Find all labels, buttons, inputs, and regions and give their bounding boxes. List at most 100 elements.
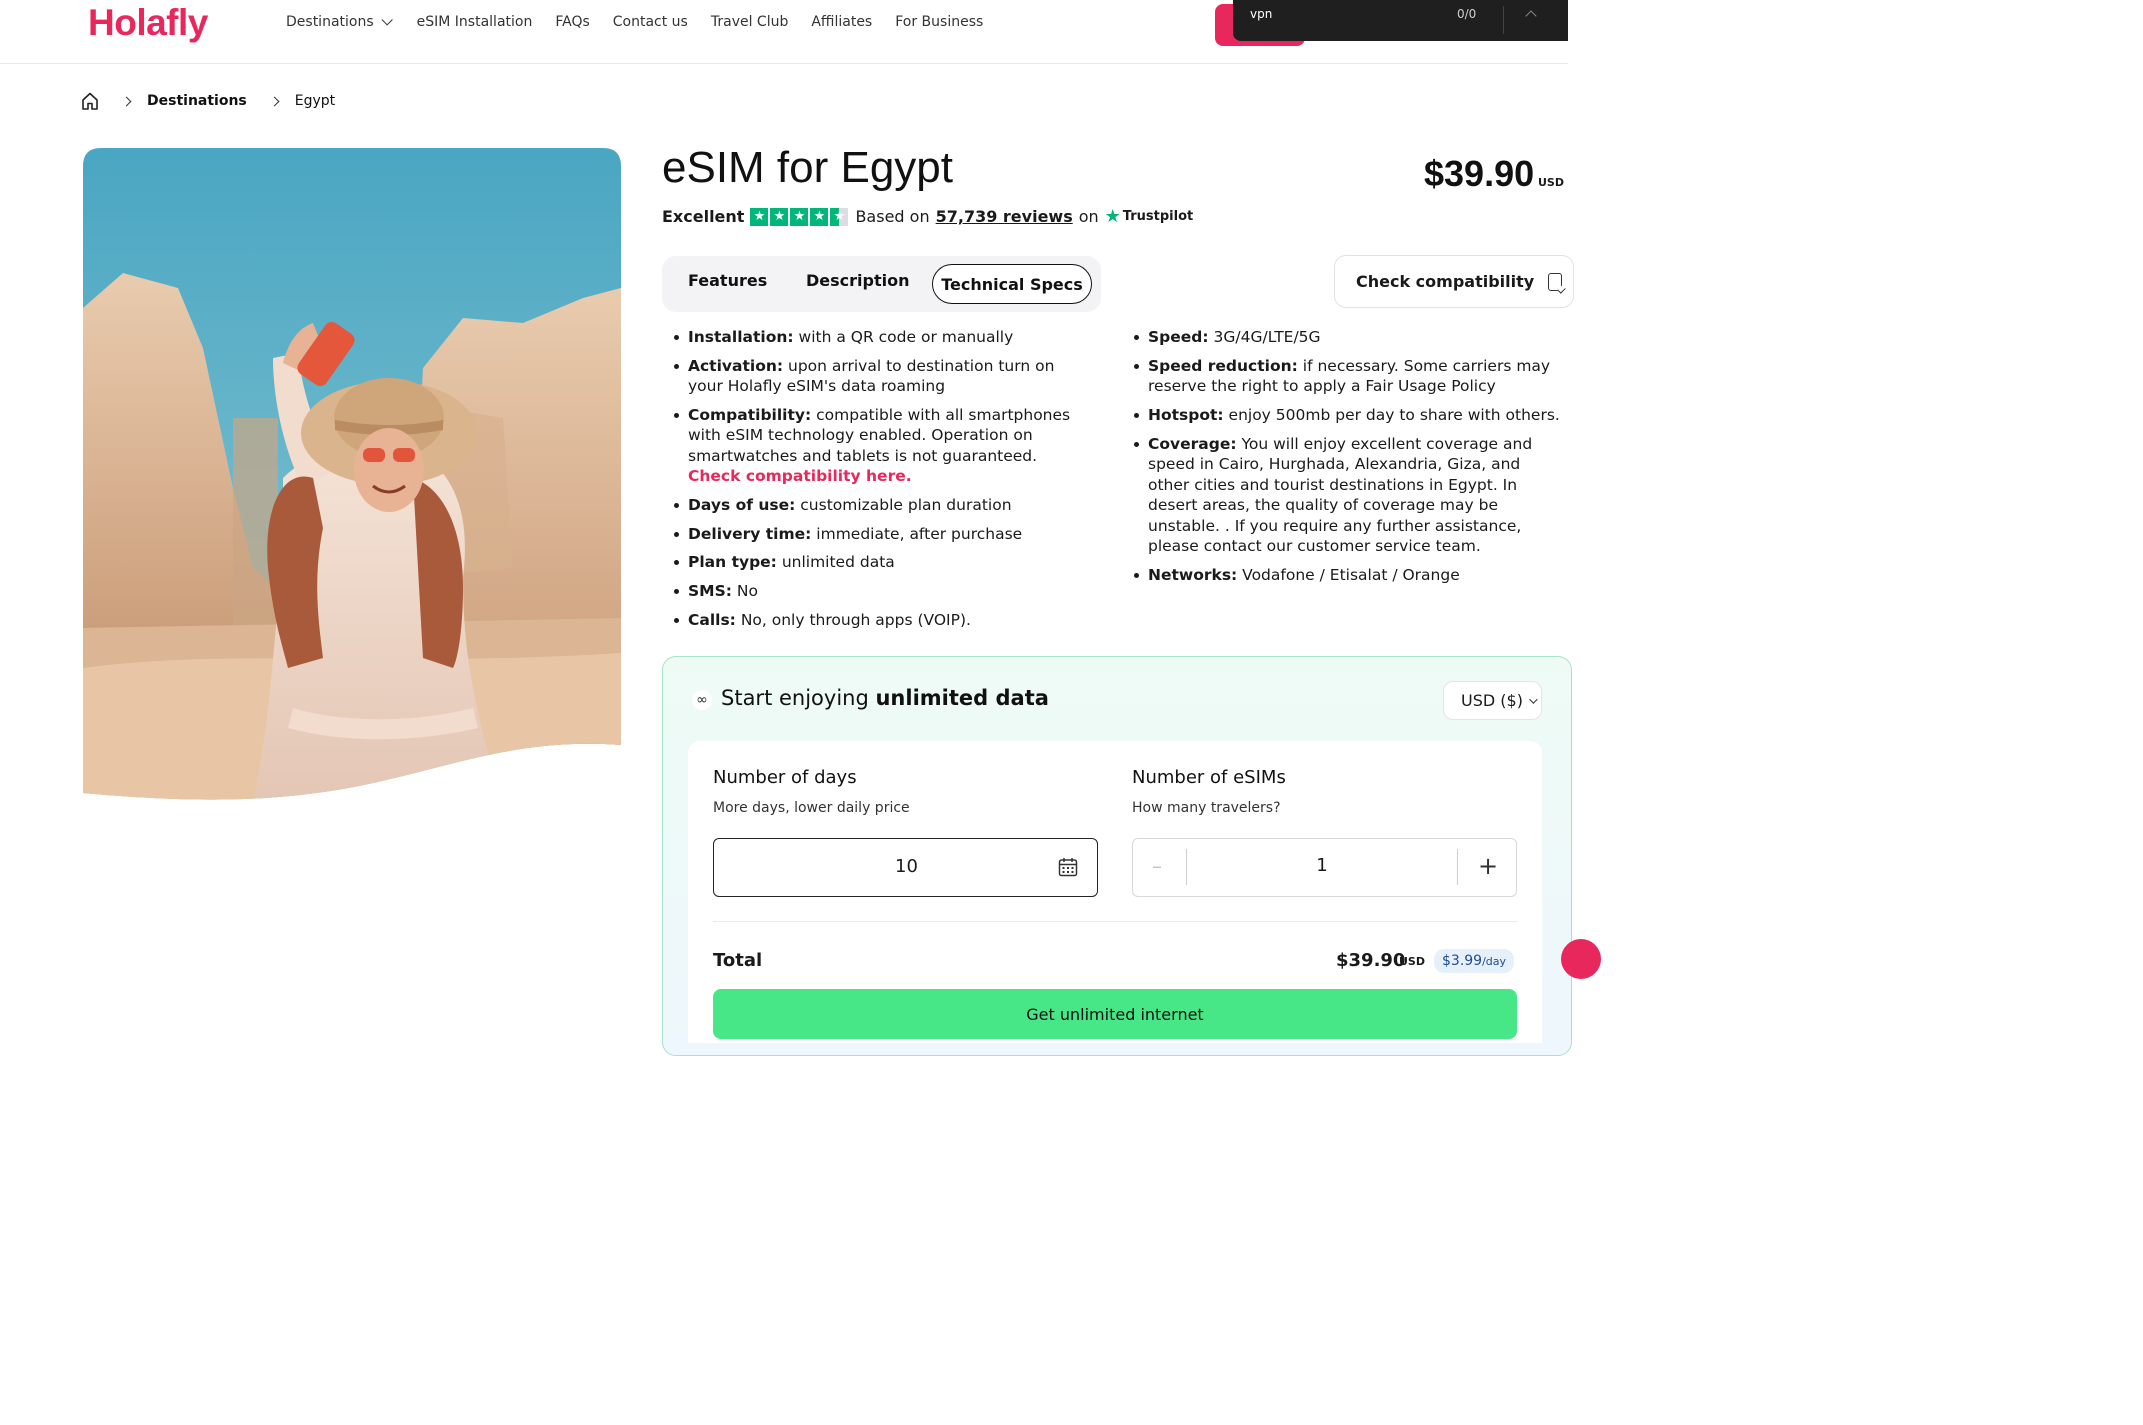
spec-value: immediate, after purchase bbox=[811, 524, 1023, 543]
total-divider bbox=[713, 921, 1517, 922]
tab-features[interactable]: Features bbox=[688, 271, 767, 290]
spec-value: enjoy 500mb per day to share with others… bbox=[1223, 405, 1560, 424]
spec-key: Days of use: bbox=[688, 496, 796, 515]
purchase-title-bold: unlimited data bbox=[875, 686, 1049, 710]
rating-label: Excellent bbox=[662, 207, 745, 226]
esims-subtitle: How many travelers? bbox=[1132, 800, 1281, 816]
spec-key: SMS: bbox=[688, 582, 732, 601]
tab-description[interactable]: Description bbox=[806, 271, 909, 290]
spec-key: Compatibility: bbox=[688, 405, 812, 424]
chevron-up-icon[interactable] bbox=[1525, 10, 1537, 22]
rating-based-on: Based on bbox=[855, 207, 930, 226]
breadcrumb-destinations[interactable]: Destinations bbox=[147, 93, 247, 109]
spec-sms: SMS: No bbox=[674, 581, 1092, 602]
spec-installation: Installation: with a QR code or manually bbox=[674, 327, 1092, 348]
nav-affiliates[interactable]: Affiliates bbox=[811, 12, 872, 32]
rating-on: on bbox=[1078, 207, 1099, 226]
spec-value: No, only through apps (VOIP). bbox=[735, 610, 971, 629]
spec-key: Hotspot: bbox=[1148, 405, 1224, 424]
spec-activation: Activation: upon arrival to destination … bbox=[674, 356, 1092, 397]
spec-plan-type: Plan type: unlimited data bbox=[674, 552, 1092, 573]
nav-destinations[interactable]: Destinations bbox=[286, 12, 393, 32]
tab-technical-specs[interactable]: Technical Specs bbox=[932, 264, 1092, 304]
spec-calls: Calls: No, only through apps (VOIP). bbox=[674, 610, 1092, 631]
currency-select[interactable]: USD ($) bbox=[1443, 681, 1542, 720]
chevron-down-icon bbox=[1529, 694, 1538, 704]
spec-value: with a QR code or manually bbox=[793, 328, 1014, 346]
home-icon[interactable] bbox=[81, 91, 99, 111]
esims-title: Number of eSIMs bbox=[1132, 767, 1286, 788]
specs-list-left: Installation: with a QR code or manually… bbox=[674, 327, 1092, 639]
spec-key: Installation: bbox=[688, 328, 794, 346]
check-compatibility-button[interactable]: Check compatibility bbox=[1334, 255, 1574, 308]
days-title: Number of days bbox=[713, 767, 857, 788]
spec-value: unlimited data bbox=[776, 553, 895, 572]
find-in-page-bar: vpn 0/0 bbox=[1233, 0, 1568, 41]
days-input[interactable]: 10 bbox=[713, 838, 1098, 897]
nav-travel-club[interactable]: Travel Club bbox=[711, 12, 789, 32]
specs-list-right: Speed: 3G/4G/LTE/5G Speed reduction: if … bbox=[1134, 327, 1564, 593]
star-icon: ★ bbox=[770, 207, 789, 226]
days-value: 10 bbox=[895, 856, 918, 877]
total-currency: USD bbox=[1399, 955, 1425, 968]
breadcrumb-current: Egypt bbox=[294, 93, 336, 109]
spec-delivery-time: Delivery time: immediate, after purchase bbox=[674, 524, 1092, 545]
nav-contact[interactable]: Contact us bbox=[613, 12, 688, 32]
hero-image bbox=[83, 148, 621, 800]
star-half-icon: ★ bbox=[830, 207, 849, 226]
spec-value: customizable plan duration bbox=[795, 496, 1012, 515]
calendar-icon[interactable] bbox=[1058, 857, 1078, 877]
total-label: Total bbox=[713, 950, 763, 971]
main-nav: Destinations eSIM Installation FAQs Cont… bbox=[286, 12, 1006, 32]
star-icon: ★ bbox=[750, 207, 769, 226]
days-subtitle: More days, lower daily price bbox=[713, 800, 910, 816]
star-icon: ★ bbox=[810, 207, 829, 226]
breadcrumb: Destinations Egypt bbox=[81, 91, 335, 111]
spec-key: Delivery time: bbox=[688, 524, 812, 543]
reviews-link[interactable]: 57,739 reviews bbox=[936, 207, 1073, 226]
per-day-price: $3.99 bbox=[1442, 953, 1483, 969]
spec-key: Coverage: bbox=[1148, 434, 1237, 453]
trustpilot-star-icon: ★ bbox=[1104, 206, 1121, 227]
spec-key: Speed: bbox=[1148, 328, 1209, 346]
decrement-button[interactable]: – bbox=[1152, 856, 1168, 876]
spec-key: Speed reduction: bbox=[1148, 356, 1298, 375]
spec-networks: Networks: Vodafone / Etisalat / Orange bbox=[1134, 565, 1564, 586]
star-icon: ★ bbox=[790, 207, 809, 226]
spec-value: 3G/4G/LTE/5G bbox=[1208, 328, 1321, 346]
spec-value: Vodafone / Etisalat / Orange bbox=[1237, 565, 1460, 584]
chevron-right-icon bbox=[121, 96, 132, 106]
chevron-right-icon bbox=[269, 96, 280, 106]
find-input[interactable]: vpn bbox=[1250, 7, 1272, 21]
page-title: eSIM for Egypt bbox=[662, 143, 954, 192]
nav-esim-installation[interactable]: eSIM Installation bbox=[417, 12, 533, 32]
holafly-logo[interactable]: Holafly bbox=[88, 2, 208, 44]
spec-key: Activation: bbox=[688, 356, 784, 375]
check-compatibility-label: Check compatibility bbox=[1356, 272, 1535, 291]
spec-days-of-use: Days of use: customizable plan duration bbox=[674, 495, 1092, 516]
spec-coverage: Coverage: You will enjoy excellent cover… bbox=[1134, 434, 1564, 557]
product-price: $39.90 bbox=[1424, 153, 1535, 194]
check-compatibility-link[interactable]: Check compatibility here. bbox=[688, 467, 912, 485]
esims-value[interactable]: 1 bbox=[1187, 855, 1457, 876]
trustpilot-logo[interactable]: ★ Trustpilot bbox=[1105, 206, 1194, 227]
spec-compatibility: Compatibility: compatible with all smart… bbox=[674, 405, 1092, 487]
purchase-title-prefix: Start enjoying bbox=[721, 686, 869, 710]
nav-for-business[interactable]: For Business bbox=[895, 12, 983, 32]
get-unlimited-internet-button[interactable]: Get unlimited internet bbox=[713, 989, 1517, 1039]
increment-button[interactable]: + bbox=[1478, 853, 1498, 879]
rating-stars: ★ ★ ★ ★ ★ bbox=[750, 207, 849, 226]
chevron-down-icon bbox=[381, 14, 393, 26]
spec-key: Networks: bbox=[1148, 565, 1238, 584]
spec-speed-reduction: Speed reduction: if necessary. Some carr… bbox=[1134, 356, 1564, 397]
nav-destinations-label: Destinations bbox=[286, 14, 374, 30]
find-divider bbox=[1503, 6, 1504, 34]
chat-widget-button[interactable] bbox=[1561, 939, 1601, 979]
stepper-divider bbox=[1457, 849, 1458, 885]
spec-key: Plan type: bbox=[688, 553, 777, 572]
trustpilot-rating: Excellent ★ ★ ★ ★ ★ Based on 57,739 revi… bbox=[662, 206, 1193, 227]
product-tabs: Features Description Technical Specs bbox=[662, 256, 1101, 312]
currency-value: USD ($) bbox=[1461, 691, 1523, 710]
spec-hotspot: Hotspot: enjoy 500mb per day to share wi… bbox=[1134, 405, 1564, 426]
nav-faqs[interactable]: FAQs bbox=[555, 12, 589, 32]
